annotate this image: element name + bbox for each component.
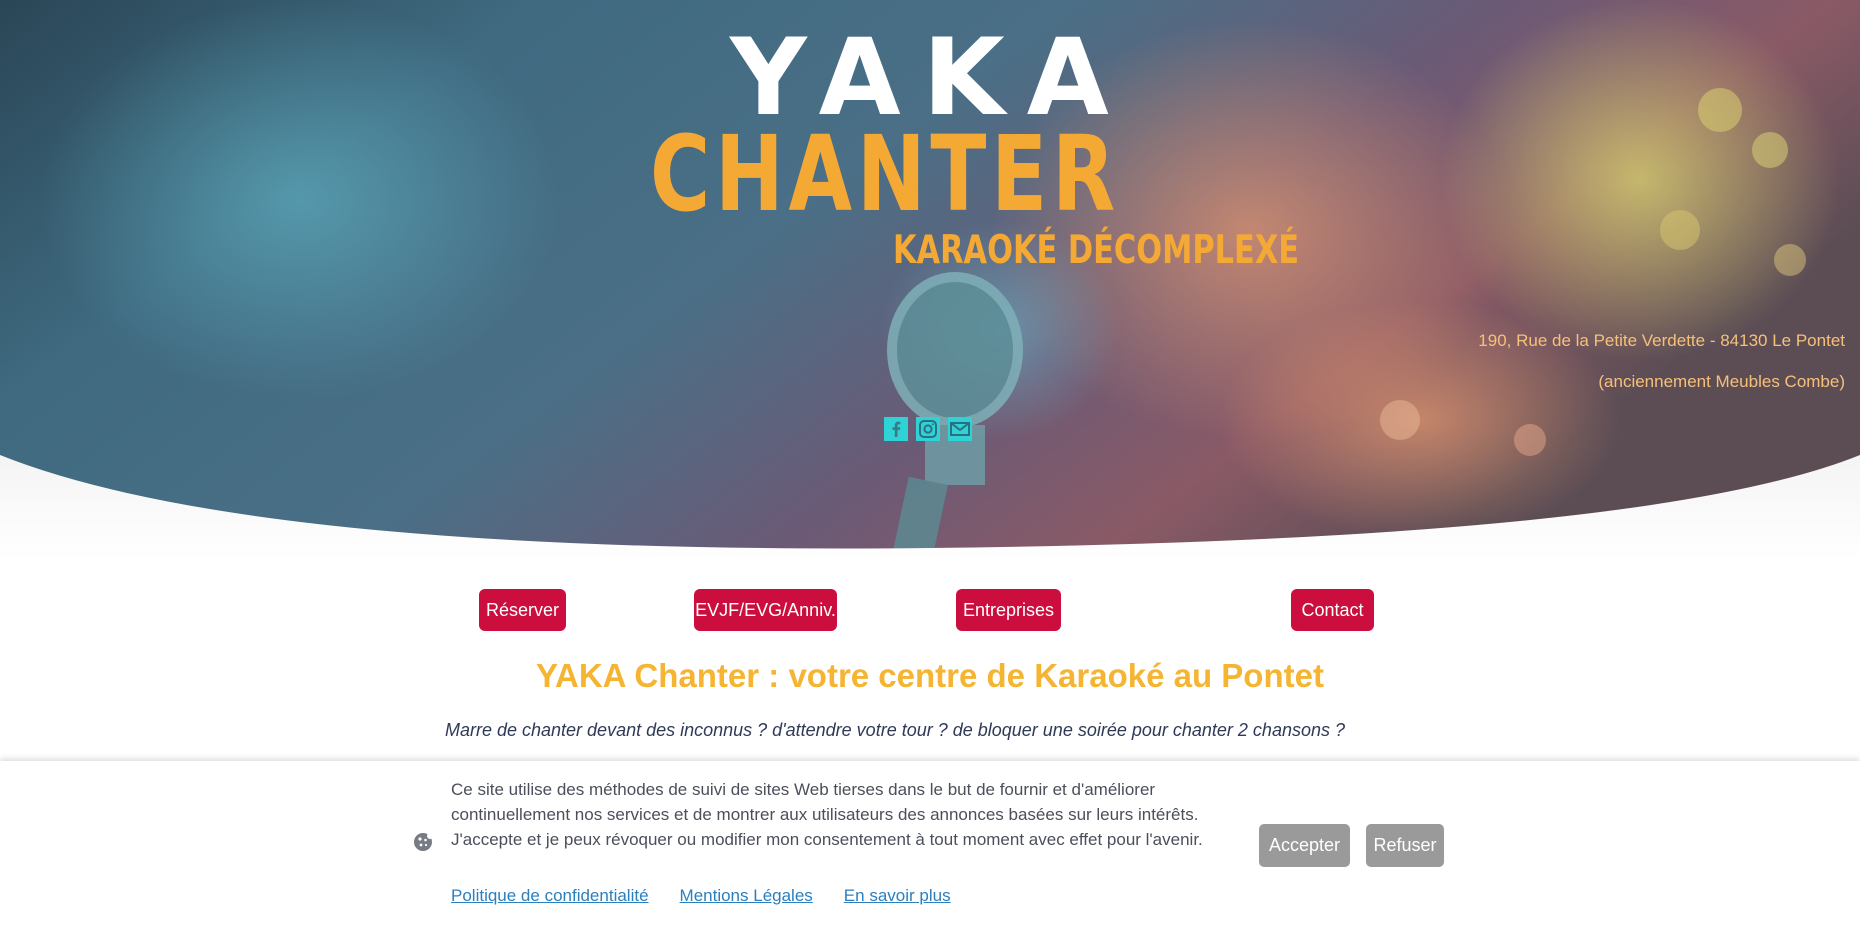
- cookie-links: Politique de confidentialité Mentions Lé…: [451, 886, 951, 906]
- page-title: YAKA Chanter : votre centre de Karaoké a…: [536, 657, 1324, 694]
- learn-more-link[interactable]: En savoir plus: [844, 886, 951, 906]
- mail-icon[interactable]: [948, 417, 972, 441]
- contact-button[interactable]: Contact: [1291, 589, 1374, 631]
- instagram-icon[interactable]: [916, 417, 940, 441]
- hero-banner: YAKA CHANTER KARAOKÉ DÉCOMPLEXÉ 190, Rue…: [0, 0, 1860, 560]
- logo-line2: CHANTER: [650, 113, 1120, 235]
- address-line1: 190, Rue de la Petite Verdette - 84130 L…: [1478, 331, 1845, 350]
- intro-text: Marre de chanter devant des inconnus ? d…: [444, 720, 1346, 740]
- cookie-text: Ce site utilise des méthodes de suivi de…: [451, 780, 1203, 849]
- privacy-policy-link[interactable]: Politique de confidentialité: [451, 886, 649, 906]
- social-links: [884, 417, 972, 441]
- refuse-button[interactable]: Refuser: [1366, 824, 1444, 867]
- cookie-icon: [413, 832, 433, 852]
- entreprises-button[interactable]: Entreprises: [956, 589, 1061, 631]
- evjf-evg-anniv-button[interactable]: EVJF/EVG/Anniv.: [694, 589, 837, 631]
- address-line2: (anciennement Meubles Combe): [1598, 372, 1845, 391]
- reserver-button[interactable]: Réserver: [479, 589, 566, 631]
- facebook-icon[interactable]: [884, 417, 908, 441]
- legal-notice-link[interactable]: Mentions Légales: [680, 886, 813, 906]
- cookie-banner: Ce site utilise des méthodes de suivi de…: [0, 761, 1860, 927]
- accept-button[interactable]: Accepter: [1259, 824, 1350, 867]
- tagline: KARAOKÉ DÉCOMPLEXÉ: [893, 228, 1300, 273]
